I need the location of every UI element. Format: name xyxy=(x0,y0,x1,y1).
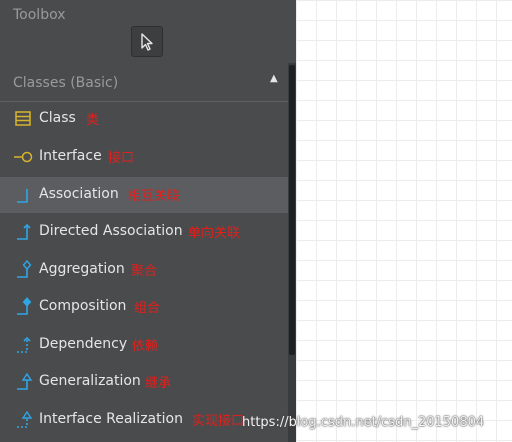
generalization-icon xyxy=(17,372,33,390)
composition-icon xyxy=(17,297,32,315)
item-label: Directed Association xyxy=(39,223,183,239)
item-label: Association xyxy=(39,186,119,202)
item-label: Aggregation xyxy=(39,261,125,277)
watermark-url: https://blog.csdn.net/csdn_20150804 xyxy=(242,415,485,430)
toolbox-item-composition[interactable]: Composition 组合 xyxy=(0,289,288,325)
item-annotation: 单向关联 xyxy=(188,226,241,241)
directed-association-icon xyxy=(17,223,31,240)
item-annotation: 相互关联 xyxy=(128,189,181,204)
toolbox-item-dependency[interactable]: Dependency 依赖 xyxy=(0,327,288,363)
section-title: Classes (Basic) xyxy=(13,75,119,91)
toolbox-item-directed-association[interactable]: Directed Association 单向关联 xyxy=(0,214,288,250)
toolbox-item-aggregation[interactable]: Aggregation 聚合 xyxy=(0,252,288,288)
item-annotation: 组合 xyxy=(134,301,161,316)
item-annotation: 聚合 xyxy=(131,264,158,279)
interface-realization-icon xyxy=(17,410,33,428)
item-label: Interface Realization xyxy=(39,411,183,427)
toolbox-item-association[interactable]: Association 相互关联 xyxy=(0,177,288,213)
item-annotation: 依赖 xyxy=(132,339,159,354)
toolbox-item-class[interactable]: Class 类 xyxy=(0,101,288,137)
pointer-icon xyxy=(141,32,153,51)
item-label: Composition xyxy=(39,298,127,314)
toolbox-item-generalization[interactable]: Generalization 继承 xyxy=(0,364,288,400)
scrollbar-thumb[interactable] xyxy=(289,65,295,355)
item-label: Dependency xyxy=(39,336,128,352)
item-annotation: 实现接口 xyxy=(192,414,245,429)
triangle-up-icon[interactable]: ▲ xyxy=(270,73,278,84)
toolbox-scrollbar[interactable] xyxy=(288,63,296,442)
section-classes-basic[interactable]: Classes (Basic) ▲ xyxy=(0,63,288,102)
dependency-icon xyxy=(17,336,31,353)
item-label: Class xyxy=(39,110,76,126)
toolbox-title: Toolbox xyxy=(13,7,66,23)
item-annotation: 类 xyxy=(86,113,100,128)
toolbox-item-interface[interactable]: Interface 接口 xyxy=(0,139,288,175)
pointer-tool-button[interactable] xyxy=(131,26,163,57)
item-annotation: 接口 xyxy=(108,151,135,166)
interface-icon xyxy=(14,151,33,163)
item-annotation: 继承 xyxy=(145,376,172,391)
aggregation-icon xyxy=(17,260,32,278)
item-label: Interface xyxy=(39,148,102,164)
item-label: Generalization xyxy=(39,373,141,389)
diagram-canvas[interactable] xyxy=(296,0,512,442)
toolbox-panel: Toolbox Classes (Basic) ▲ Class 类 Interf… xyxy=(0,0,296,442)
association-icon xyxy=(17,189,28,203)
class-icon xyxy=(15,111,31,126)
